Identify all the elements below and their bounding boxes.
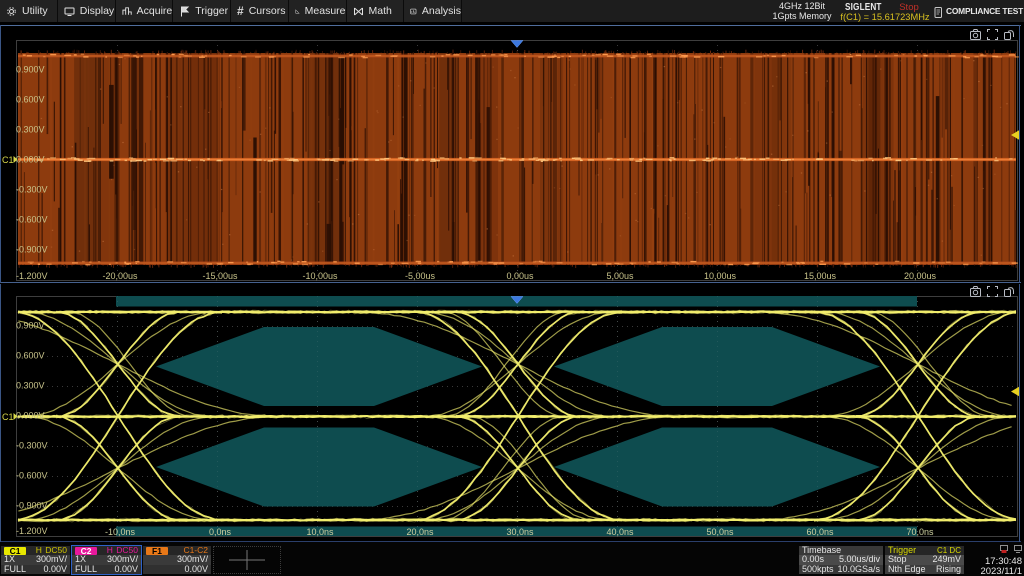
svg-text:10,00us: 10,00us	[704, 271, 737, 281]
svg-text:-0.900V: -0.900V	[16, 245, 48, 255]
svg-text:0.300V: 0.300V	[16, 381, 45, 391]
svg-text:15,00us: 15,00us	[804, 271, 837, 281]
svg-text:20,0ns: 20,0ns	[406, 527, 434, 537]
svg-text:C1: C1	[2, 412, 14, 422]
svg-text:-15,00us: -15,00us	[202, 271, 238, 281]
svg-text:0.900V: 0.900V	[16, 65, 45, 75]
svg-text:30,0ns: 30,0ns	[506, 527, 534, 537]
svg-text:-0.600V: -0.600V	[16, 471, 48, 481]
svg-text:C1: C1	[2, 155, 14, 165]
svg-text:0,00us: 0,00us	[506, 271, 534, 281]
svg-text:-5,00us: -5,00us	[405, 271, 436, 281]
svg-text:0.000V: 0.000V	[16, 411, 45, 421]
svg-text:10,0ns: 10,0ns	[306, 527, 334, 537]
svg-text:50,0ns: 50,0ns	[706, 527, 734, 537]
svg-text:0.600V: 0.600V	[16, 95, 45, 105]
svg-text:60,0ns: 60,0ns	[806, 527, 834, 537]
svg-text:-0.600V: -0.600V	[16, 215, 48, 225]
svg-text:0.600V: 0.600V	[16, 351, 45, 361]
svg-text:-1.200V: -1.200V	[16, 271, 48, 281]
svg-text:40,0ns: 40,0ns	[606, 527, 634, 537]
svg-text:-1.200V: -1.200V	[16, 526, 48, 536]
svg-text:-10,0ns: -10,0ns	[105, 527, 136, 537]
svg-text:-0.900V: -0.900V	[16, 501, 48, 511]
svg-text:-0.300V: -0.300V	[16, 185, 48, 195]
svg-text:0,0ns: 0,0ns	[209, 527, 232, 537]
svg-text:-0.300V: -0.300V	[16, 441, 48, 451]
svg-text:0.900V: 0.900V	[16, 321, 45, 331]
svg-text:70,0ns: 70,0ns	[906, 527, 934, 537]
svg-text:5,00us: 5,00us	[606, 271, 634, 281]
svg-text:0.300V: 0.300V	[16, 125, 45, 135]
svg-text:-20,00us: -20,00us	[102, 271, 138, 281]
svg-text:20,00us: 20,00us	[904, 271, 937, 281]
svg-text:0.000V: 0.000V	[16, 155, 45, 165]
svg-text:-10,00us: -10,00us	[302, 271, 338, 281]
